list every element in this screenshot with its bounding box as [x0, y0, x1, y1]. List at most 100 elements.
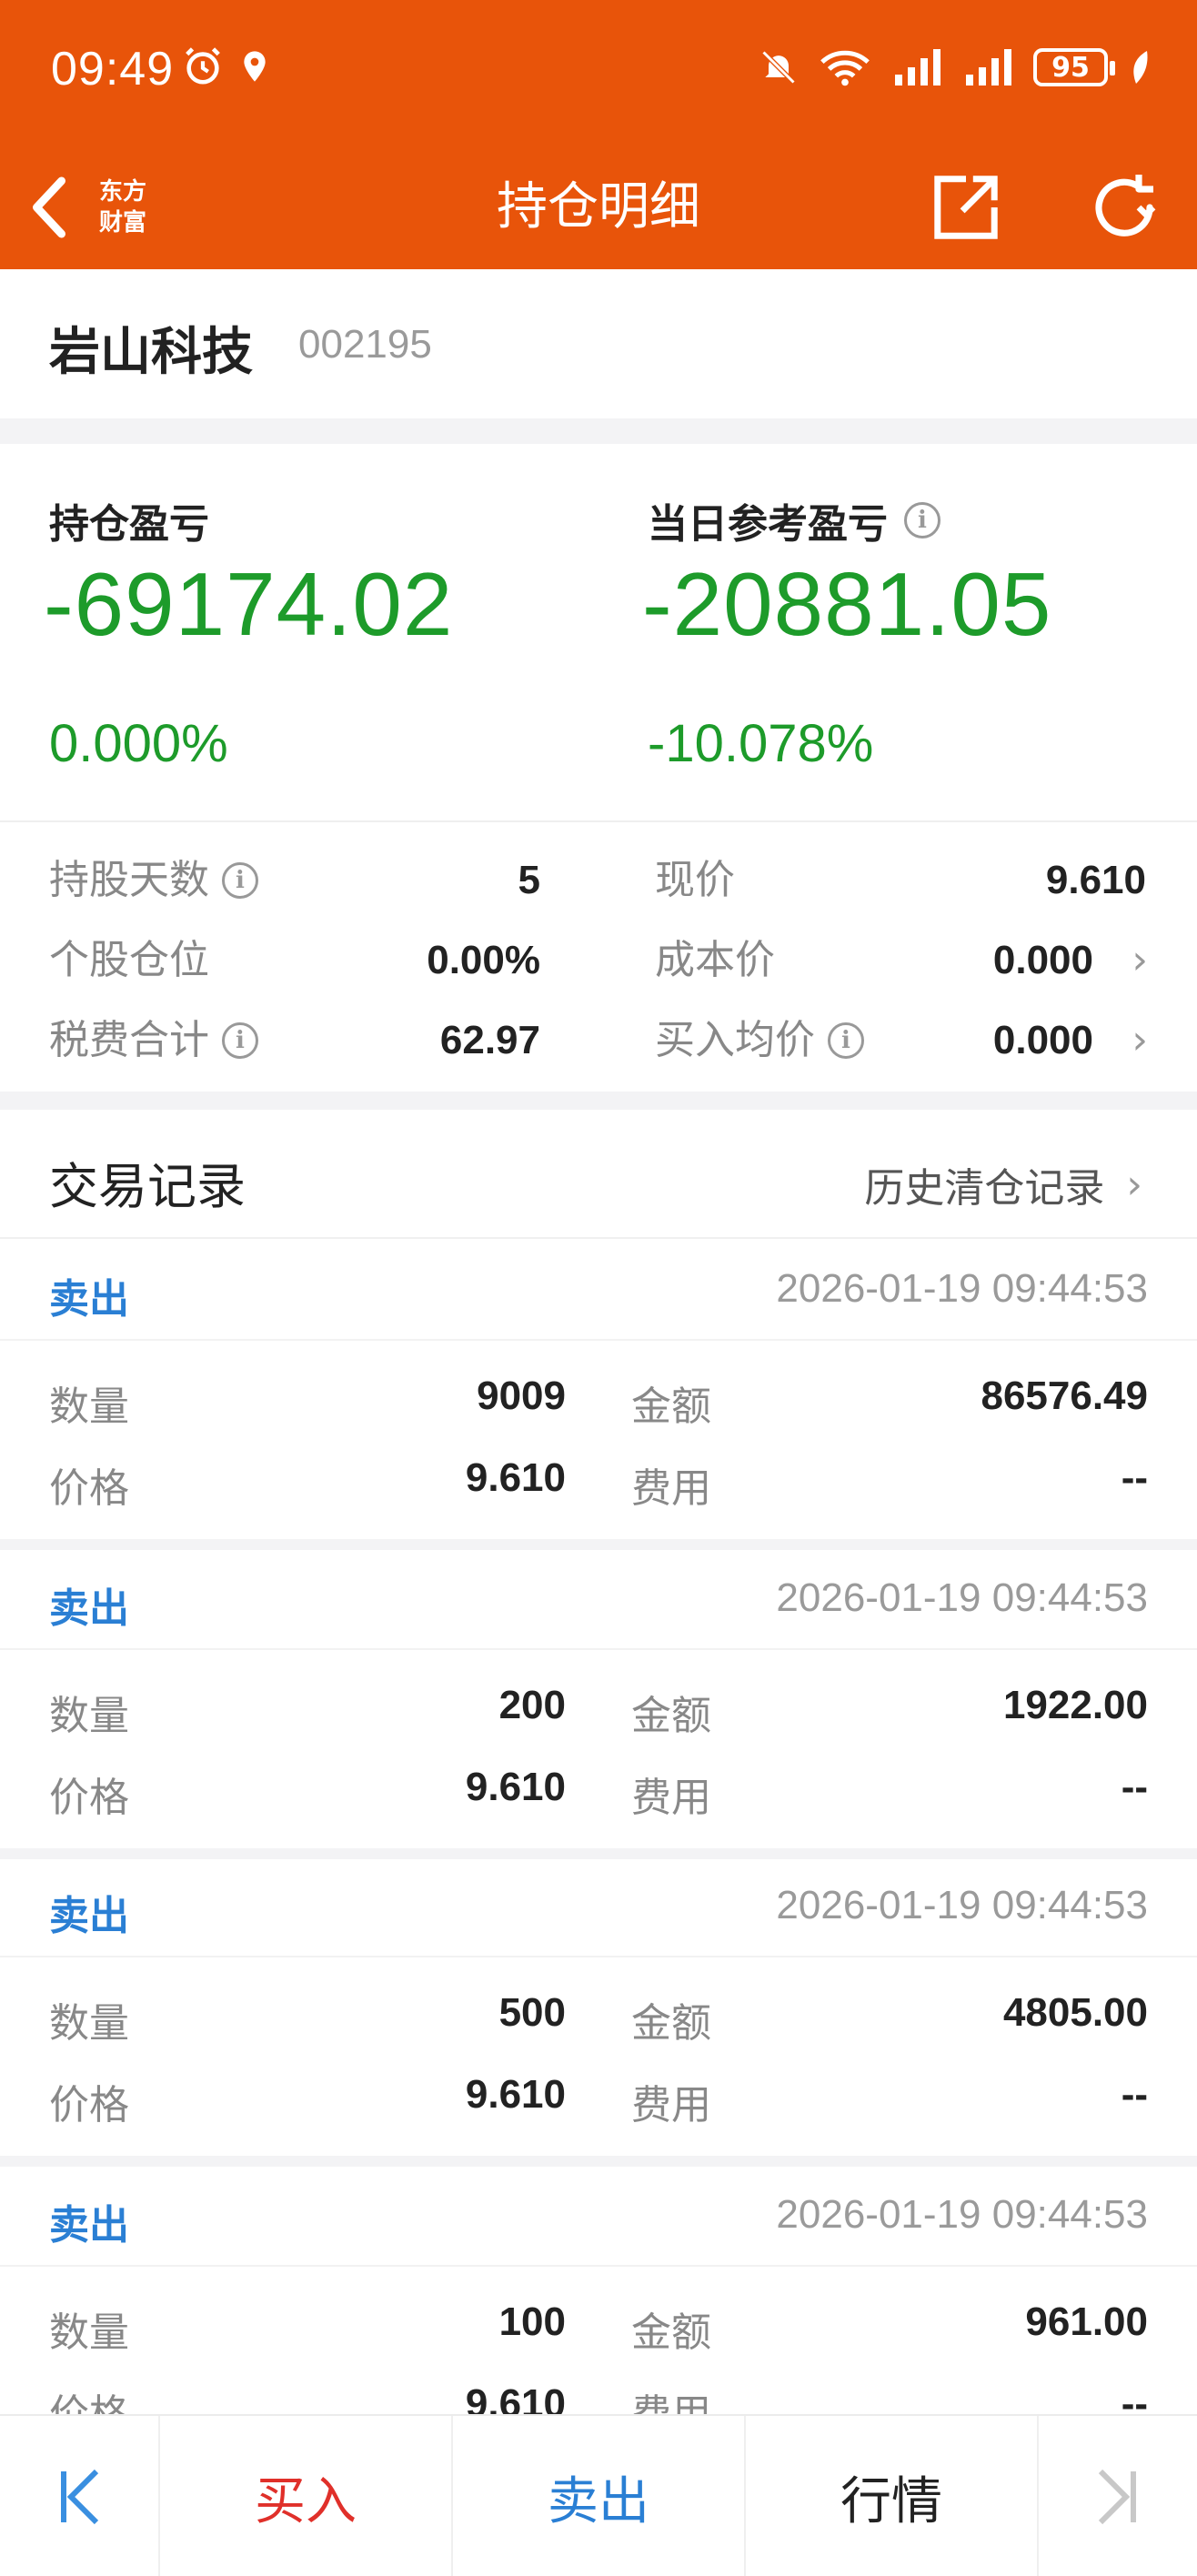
qty-label: 数量 [49, 1384, 129, 1430]
qty-value: 9009 [477, 1374, 566, 1418]
bottom-action-bar: 买入 卖出 行情 [0, 2414, 1197, 2576]
trade-type: 卖出 [49, 1276, 129, 1323]
wifi-icon [820, 50, 870, 86]
mute-bell-icon [761, 50, 796, 85]
pnl-summary: 持仓盈亏 -69174.02 0.000% 当日参考盈亏 i -20881.05… [0, 444, 1197, 820]
history-link[interactable]: 历史清仓记录 › [864, 1155, 1142, 1213]
last-page-button[interactable] [1039, 2416, 1197, 2576]
signal-icon-2 [966, 49, 1011, 86]
trade-record[interactable]: 卖出 2026-01-19 09:44:53 数量 200 金额 1922.00… [0, 1550, 1197, 1859]
amount-label: 金额 [631, 2309, 711, 2356]
qty-label: 数量 [49, 1693, 129, 1739]
price-label: 价格 [49, 1465, 129, 1512]
nav-bar: 东方 财富 持仓明细 [0, 146, 1197, 269]
trade-time: 2026-01-19 09:44:53 [776, 1266, 1148, 1311]
price-label: 价格 [49, 2082, 129, 2128]
trade-time: 2026-01-19 09:44:53 [776, 1883, 1148, 1927]
info-icon[interactable]: i [904, 502, 940, 538]
price-value: 9.610 [465, 1765, 566, 1809]
battery-indicator: 95 [1033, 48, 1115, 86]
position-ratio-value: 0.00% [427, 938, 540, 982]
stock-name: 岩山科技 [49, 323, 253, 382]
trade-record[interactable]: 卖出 2026-01-19 09:44:53 数量 100 金额 961.00 … [0, 2167, 1197, 2414]
trade-type: 卖出 [49, 2202, 129, 2249]
quote-button[interactable]: 行情 [746, 2416, 1039, 2576]
daily-pnl-header: 当日参考盈亏 i [648, 491, 940, 549]
daily-pnl-value: -20881.05 [642, 554, 1052, 654]
position-pnl-label: 持仓盈亏 [49, 501, 209, 548]
refresh-button[interactable] [1081, 164, 1168, 251]
fee-label: 费用 [631, 1775, 711, 1821]
trade-records-header: 交易记录 历史清仓记录 › [0, 1110, 1197, 1239]
info-icon[interactable]: i [222, 1022, 258, 1059]
stock-header: 岩山科技 002195 [0, 269, 1197, 418]
amount-value: 86576.49 [981, 1374, 1148, 1418]
metrics-row: 个股仓位 0.00% 成本价 0.000 › [0, 921, 1197, 1001]
chevron-right-icon[interactable]: › [1132, 1001, 1148, 1081]
avg-buy-value: 0.000 [992, 1018, 1093, 1062]
hold-days-label: 持股天数 i [49, 840, 258, 921]
price-value: 9.610 [1045, 858, 1146, 902]
fee-label: 费用 [631, 2381, 711, 2414]
fee-label: 费用 [631, 2082, 711, 2128]
qty-value: 200 [498, 1683, 566, 1727]
first-page-icon [61, 2469, 99, 2525]
amount-label: 金额 [631, 1693, 711, 1739]
status-bar: 09:49 95 [0, 0, 1197, 146]
price-value: 9.610 [465, 2072, 566, 2117]
avg-buy-label[interactable]: 买入均价 i [655, 1001, 864, 1081]
app-header: 09:49 95 东方 财富 持仓明细 [0, 0, 1197, 269]
info-icon[interactable]: i [222, 862, 258, 899]
qty-label: 数量 [49, 2000, 129, 2047]
trade-record[interactable]: 卖出 2026-01-19 09:44:53 数量 9009 金额 86576.… [0, 1241, 1197, 1550]
trade-time: 2026-01-19 09:44:53 [776, 1575, 1148, 1620]
price-label: 价格 [49, 1775, 129, 1821]
trade-record[interactable]: 卖出 2026-01-19 09:44:53 数量 500 金额 4805.00… [0, 1857, 1197, 2167]
metrics-row: 持股天数 i 5 现价 9.610 [0, 840, 1197, 921]
section-gap [0, 418, 1197, 444]
hold-days-value: 5 [518, 858, 540, 902]
position-pnl-pct: 0.000% [49, 714, 228, 773]
chevron-right-icon: › [1126, 1161, 1142, 1208]
share-icon [934, 176, 998, 239]
location-icon [244, 51, 266, 82]
fee-value: -- [1121, 2381, 1148, 2414]
daily-pnl-pct: -10.078% [648, 714, 874, 773]
qty-value: 100 [498, 2299, 566, 2344]
refresh-icon [1095, 175, 1156, 236]
page-title: 持仓明细 [497, 177, 700, 236]
qty-label: 数量 [49, 2309, 129, 2356]
metrics-row: 税费合计 i 62.97 买入均价 i 0.000 › [0, 1001, 1197, 1081]
trade-time: 2026-01-19 09:44:53 [776, 2192, 1148, 2237]
amount-value: 961.00 [1025, 2299, 1148, 2344]
cost-value: 0.000 [992, 938, 1093, 982]
buy-button[interactable]: 买入 [160, 2416, 453, 2576]
info-icon[interactable]: i [828, 1022, 864, 1059]
trade-type: 卖出 [49, 1585, 129, 1632]
qty-value: 500 [498, 1990, 566, 2035]
chevron-right-icon[interactable]: › [1132, 921, 1148, 1001]
fee-value: -- [1121, 2072, 1148, 2117]
position-ratio-label: 个股仓位 [49, 937, 209, 983]
price-label: 价格 [49, 2381, 129, 2414]
price-label: 现价 [655, 857, 735, 903]
trade-type: 卖出 [49, 1893, 129, 1939]
cost-label[interactable]: 成本价 [655, 921, 775, 1001]
status-time: 09:49 [51, 43, 175, 96]
amount-value: 1922.00 [1002, 1683, 1148, 1727]
first-page-button[interactable] [0, 2416, 160, 2576]
leaf-icon [1133, 51, 1148, 84]
section-gap [0, 1092, 1197, 1110]
fees-label: 税费合计 i [49, 1001, 258, 1081]
share-button[interactable] [922, 164, 1010, 251]
alarm-icon [186, 47, 220, 85]
sell-button[interactable]: 卖出 [453, 2416, 746, 2576]
daily-pnl-label: 当日参考盈亏 [648, 501, 888, 548]
amount-value: 4805.00 [1002, 1990, 1148, 2035]
fee-value: -- [1121, 1765, 1148, 1809]
fee-value: -- [1121, 1455, 1148, 1500]
price-value: 9.610 [465, 2381, 566, 2414]
price-value: 9.610 [465, 1455, 566, 1500]
fees-value: 62.97 [439, 1018, 540, 1062]
stock-code: 002195 [298, 322, 432, 367]
